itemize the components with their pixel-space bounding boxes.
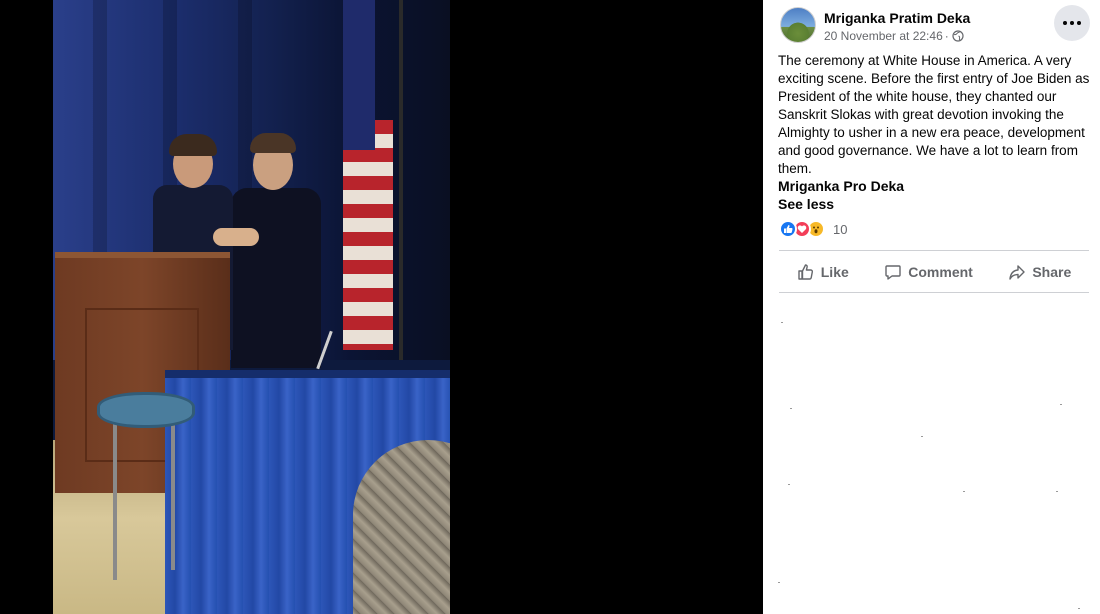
post-panel: Mriganka Pratim Deka 20 November at 22:4… <box>763 0 1100 614</box>
comment-button[interactable]: Comment <box>874 257 983 287</box>
comment-label: Comment <box>908 264 973 280</box>
globe-icon <box>952 30 964 42</box>
page-name-link[interactable]: Mriganka Pro Deka <box>778 178 904 194</box>
like-reaction-icon <box>779 220 797 238</box>
share-arrow-icon <box>1009 265 1026 280</box>
speck <box>1060 404 1062 405</box>
comment-icon <box>885 265 901 280</box>
more-horizontal-icon <box>1063 21 1081 25</box>
divider <box>779 250 1089 251</box>
speaker-right-hair <box>250 133 296 153</box>
stool-leg <box>113 420 117 580</box>
share-button[interactable]: Share <box>998 257 1081 287</box>
clasped-hands <box>213 228 259 246</box>
american-flag <box>343 120 393 350</box>
author-name[interactable]: Mriganka Pratim Deka <box>824 10 970 26</box>
speck <box>1056 491 1058 492</box>
like-label: Like <box>820 264 849 280</box>
reactions-summary[interactable]: 10 <box>779 220 847 238</box>
flag-pole <box>399 0 403 360</box>
reaction-count: 10 <box>833 221 848 237</box>
speck <box>921 436 923 437</box>
meta-separator: · <box>944 29 949 43</box>
speck <box>963 491 965 492</box>
thumbs-up-icon <box>798 264 813 280</box>
speck <box>778 582 780 583</box>
speck <box>788 484 790 485</box>
see-less-button[interactable]: See less <box>778 196 834 212</box>
speaker-right-body <box>231 188 321 368</box>
video-frame[interactable] <box>53 0 450 614</box>
avatar[interactable] <box>780 7 816 43</box>
speaker-left-hair <box>169 134 217 156</box>
speck <box>1078 608 1080 609</box>
stool-leg <box>171 420 175 570</box>
post-text: The ceremony at White House in America. … <box>778 53 1090 176</box>
speck <box>781 322 783 323</box>
divider <box>779 292 1089 293</box>
flag-canton <box>343 0 375 150</box>
share-label: Share <box>1032 264 1072 280</box>
speck <box>790 408 792 409</box>
like-button[interactable]: Like <box>787 257 859 287</box>
post-actions: Like Comment Share <box>779 254 1089 290</box>
more-options-button[interactable] <box>1054 5 1090 41</box>
stool <box>97 392 195 428</box>
video-player[interactable] <box>0 0 763 614</box>
post-timestamp[interactable]: 20 November at 22:46 <box>824 29 943 43</box>
post-meta: 20 November at 22:46 · <box>824 29 964 43</box>
